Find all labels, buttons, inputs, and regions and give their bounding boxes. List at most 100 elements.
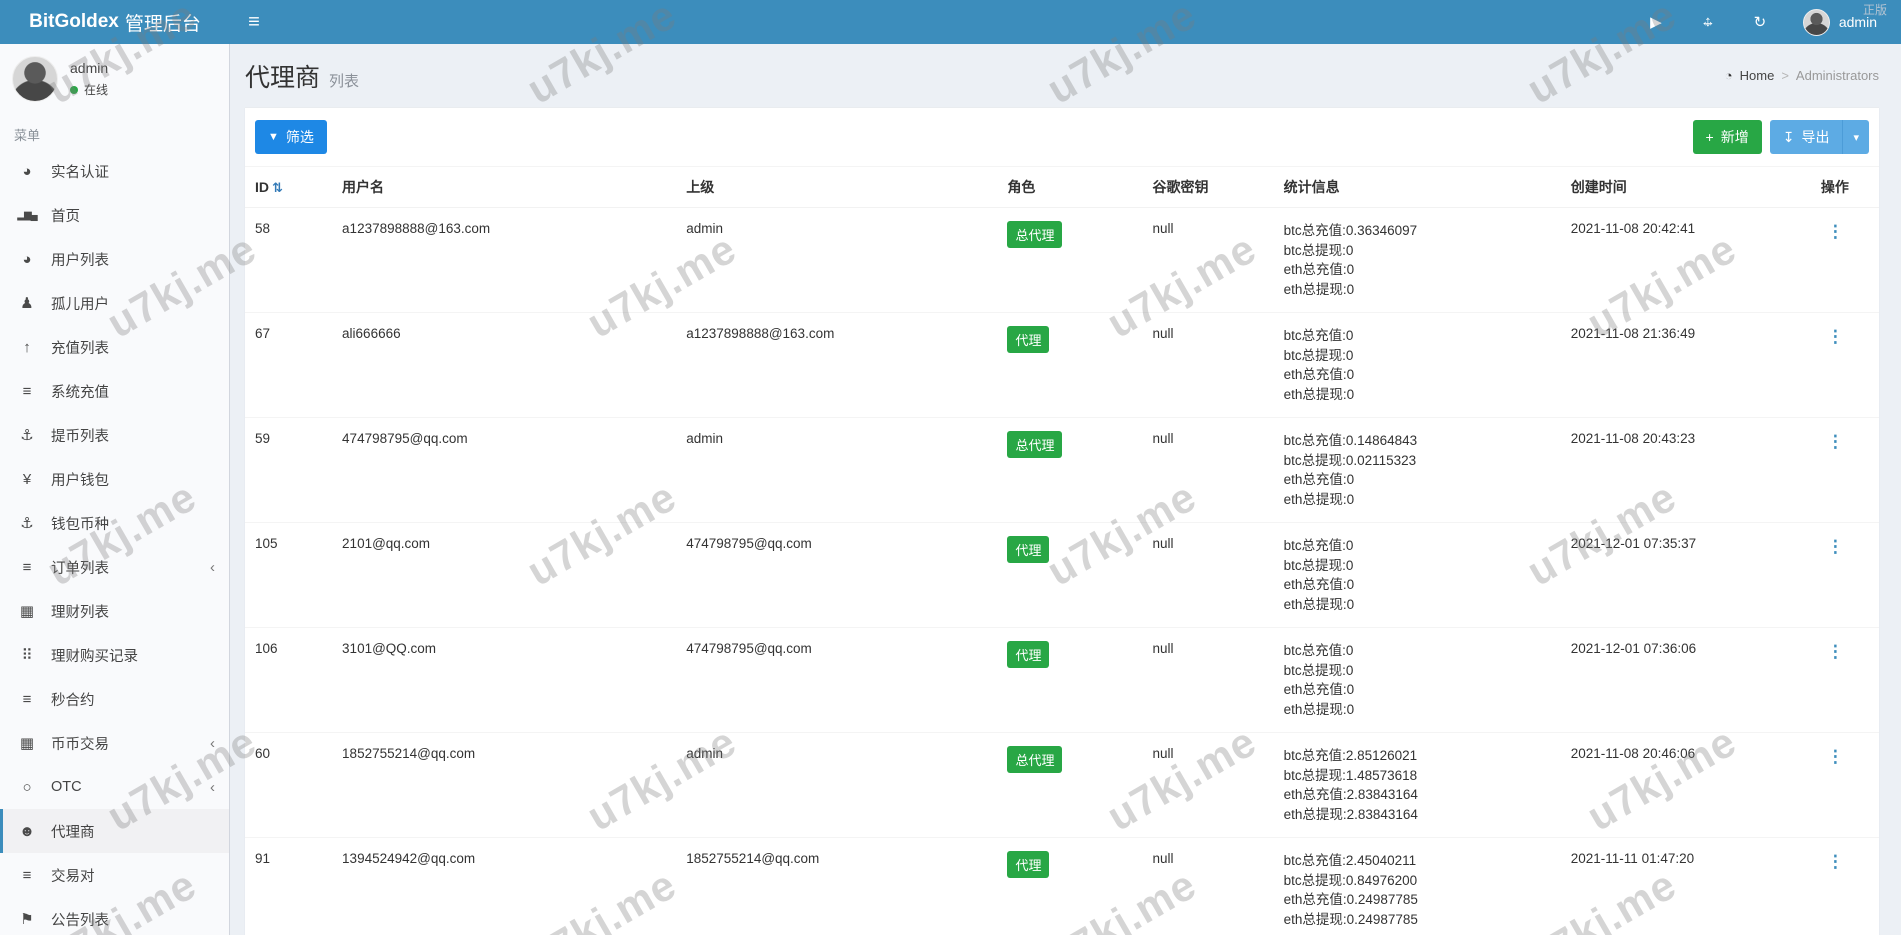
cell-parent: a1237898888@163.com (686, 326, 835, 341)
fullscreen-icon[interactable] (1699, 13, 1717, 31)
cell-username: 1852755214@qq.com (342, 746, 476, 761)
cell-parent: admin (686, 221, 724, 236)
row-actions-button[interactable]: ⋮ (1821, 536, 1850, 557)
menu-icon: ≡ (248, 10, 260, 33)
breadcrumb-current: Administrators (1795, 68, 1879, 83)
sidebar-item-recharge-list[interactable]: ↑ 充值列表 (0, 325, 229, 369)
export-dropdown-button[interactable]: ▾ (1842, 120, 1869, 154)
sidebar-user-panel: admin 在线 (0, 44, 229, 112)
building-icon: ▦ (19, 735, 35, 752)
menu-section-label: 菜单 (14, 128, 41, 143)
sidebar-item-announcement-list[interactable]: ⚑ 公告列表 (0, 897, 229, 935)
sort-icon[interactable]: ⇅ (272, 180, 283, 195)
avatar (1802, 8, 1830, 36)
col-parent: 上级 (686, 179, 715, 195)
sidebar-item-agents[interactable]: ☻ 代理商 (0, 809, 229, 853)
anchor-icon: ⚓ (20, 427, 34, 444)
brand-name: BitGoldex (29, 11, 119, 32)
sidebar-item-order-list[interactable]: ≡ 订单列表 ‹ (0, 545, 229, 589)
sidebar-item-home[interactable]: ▂▆▄ 首页 (0, 193, 229, 237)
cell-stats: btc总充值:0 btc总提现:0 eth总充值:0 eth总提现:0 (1283, 328, 1355, 402)
row-actions-button[interactable]: ⋮ (1821, 851, 1850, 872)
drupal-icon: ◕ (22, 162, 32, 180)
role-badge: 代理 (1007, 326, 1050, 353)
cell-username: 2101@qq.com (342, 536, 431, 551)
role-badge: 代理 (1007, 641, 1050, 668)
yen-icon: ¥ (22, 470, 32, 488)
cell-stats: btc总充值:0 btc总提现:0 eth总充值:0 eth总提现:0 (1283, 538, 1355, 612)
cell-parent: 474798795@qq.com (686, 641, 812, 656)
row-actions-button[interactable]: ⋮ (1821, 431, 1850, 452)
role-badge: 总代理 (1007, 431, 1063, 458)
table-header-row: ID ⇅ 用户名 上级 角色 谷歌密钥 统计信息 创建时间 操作 (245, 167, 1879, 208)
sidebar-item-second-contract[interactable]: ≡ 秒合约 (0, 677, 229, 721)
sidebar-item-orphan-users[interactable]: ♟ 孤儿用户 (0, 281, 229, 325)
sidebar-item-finance-purchase-records[interactable]: ⠿ 理财购买记录 (0, 633, 229, 677)
sidebar-item-real-name-auth[interactable]: ◕ 实名认证 (0, 149, 229, 193)
cell-stats: btc总充值:0 btc总提现:0 eth总充值:0 eth总提现:0 (1283, 643, 1355, 717)
list-icon: ≡ (22, 690, 32, 708)
online-status-icon (70, 85, 78, 94)
sidebar-item-trade-pairs[interactable]: ≡ 交易对 (0, 853, 229, 897)
filter-button[interactable]: ▼ 筛选 (255, 120, 327, 154)
breadcrumb-home-link[interactable]: Home (1740, 68, 1775, 83)
col-id: ID ⇅ (255, 178, 283, 195)
breadcrumb: ◔ Home > Administrators (1725, 68, 1879, 83)
page-title: 代理商 (245, 64, 321, 92)
cell-created: 2021-12-01 07:36:06 (1570, 641, 1697, 656)
grid-icon: ⠿ (21, 647, 33, 664)
row-actions-button[interactable]: ⋮ (1821, 746, 1850, 767)
cell-parent: admin (686, 746, 724, 761)
cell-username: ali666666 (342, 326, 401, 341)
chevron-left-icon: ‹ (210, 558, 215, 576)
sidebar-item-user-wallet[interactable]: ¥ 用户钱包 (0, 457, 229, 501)
cell-google-key: null (1152, 221, 1174, 236)
row-actions-button[interactable]: ⋮ (1821, 326, 1850, 347)
add-button[interactable]: + 新增 (1692, 120, 1762, 154)
circle-o-icon: ○ (22, 778, 32, 796)
cell-id: 58 (255, 221, 271, 236)
agents-table: ID ⇅ 用户名 上级 角色 谷歌密钥 统计信息 创建时间 操作 58 a1237… (245, 167, 1879, 935)
cell-parent: 474798795@qq.com (686, 536, 812, 551)
status-label: 在线 (84, 83, 109, 97)
filter-icon: ▼ (268, 131, 279, 143)
sidebar-item-system-recharge[interactable]: ≡ 系统充值 (0, 369, 229, 413)
play-icon[interactable]: ▶ (1647, 13, 1665, 31)
top-navbar: BitGoldex 管理后台 ≡ ▶ ↻ admin (0, 0, 1901, 44)
row-actions-button[interactable]: ⋮ (1821, 221, 1850, 242)
sidebar-item-coin-trade[interactable]: ▦ 币币交易 ‹ (0, 721, 229, 765)
child-icon: ♟ (20, 295, 34, 312)
cell-id: 60 (255, 746, 271, 761)
cell-stats: btc总充值:2.85126021 btc总提现:1.48573618 eth总充值… (1283, 748, 1418, 822)
table-row: 59 474798795@qq.com admin 总代理 null btc总充… (245, 417, 1879, 523)
chart-bar-icon: ▂▆▄ (17, 209, 37, 221)
col-actions: 操作 (1820, 179, 1849, 195)
table-row: 91 1394524942@qq.com 1852755214@qq.com 代… (245, 837, 1879, 935)
sidebar-item-finance-list[interactable]: ▦ 理财列表 (0, 589, 229, 633)
cell-username: 474798795@qq.com (342, 431, 468, 446)
agents-card: ▼ 筛选 + 新增 ↧ 导出 ▾ ID ⇅ 用户名 上级 角色 谷歌密钥 统计信… (245, 107, 1879, 935)
cell-google-key: null (1152, 641, 1174, 656)
sidebar-user-status[interactable]: 在线 (70, 81, 108, 98)
sidebar-item-withdraw-list[interactable]: ⚓ 提币列表 (0, 413, 229, 457)
export-button[interactable]: ↧ 导出 (1769, 120, 1843, 154)
main-content: 代理商 列表 ◔ Home > Administrators ▼ 筛选 + 新增 … (230, 44, 1901, 935)
row-actions-button[interactable]: ⋮ (1821, 641, 1850, 662)
more-vert-icon: ⋮ (1826, 642, 1844, 661)
more-vert-icon: ⋮ (1826, 852, 1844, 871)
plus-icon: + (1705, 129, 1714, 145)
refresh-icon[interactable]: ↻ (1751, 13, 1769, 31)
cell-google-key: null (1152, 851, 1174, 866)
sidebar-item-wallet-coins[interactable]: ⚓ 钱包币种 (0, 501, 229, 545)
cell-created: 2021-12-01 07:35:37 (1570, 536, 1697, 551)
cell-id: 67 (255, 326, 271, 341)
more-vert-icon: ⋮ (1826, 327, 1844, 346)
table-row: 60 1852755214@qq.com admin 总代理 null btc总… (245, 732, 1879, 838)
sidebar-item-user-list[interactable]: ◕ 用户列表 (0, 237, 229, 281)
sidebar-item-otc[interactable]: ○ OTC ‹ (0, 765, 229, 809)
download-icon: ↧ (1782, 128, 1795, 145)
brand-logo[interactable]: BitGoldex 管理后台 (0, 0, 230, 44)
sidebar-toggle-button[interactable]: ≡ (230, 0, 278, 44)
building-icon: ▦ (19, 603, 35, 620)
dashboard-icon: ◔ (1724, 68, 1733, 83)
